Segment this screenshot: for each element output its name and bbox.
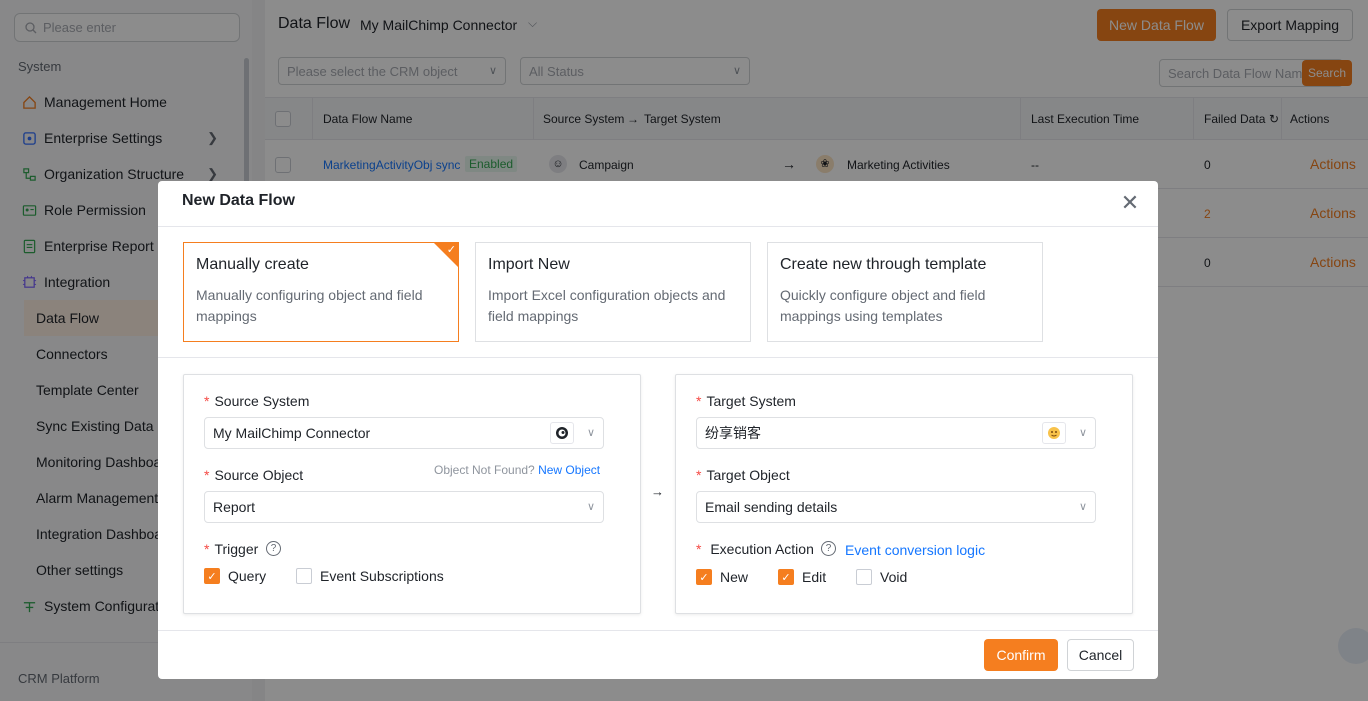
option-title: Manually create — [196, 256, 309, 273]
option-import-new[interactable]: Import New Import Excel configuration ob… — [475, 242, 751, 342]
arrow-right-icon: → — [651, 484, 664, 499]
action-new-checkbox[interactable]: ✓ — [696, 569, 712, 585]
help-icon[interactable]: ? — [266, 541, 281, 556]
action-new-label: New — [720, 569, 749, 585]
option-title: Create new through template — [780, 256, 987, 273]
action-void-label: Void — [880, 569, 908, 585]
confirm-button[interactable]: Confirm — [984, 639, 1058, 671]
new-data-flow-modal: New Data Flow ✕ Manually create Manually… — [158, 181, 1158, 679]
target-system-value: 纷享销客 — [705, 425, 761, 441]
query-label: Query — [228, 568, 267, 584]
target-system-select[interactable]: 纷享销客 ∨ — [696, 417, 1096, 449]
option-desc: Quickly configure object and field mappi… — [780, 287, 986, 324]
action-edit-label: Edit — [802, 569, 827, 585]
target-system-label: * Target System — [696, 393, 796, 409]
option-create-from-template[interactable]: Create new through template Quickly conf… — [767, 242, 1043, 342]
option-desc: Manually configuring object and field ma… — [196, 287, 423, 324]
option-manually-create[interactable]: Manually create Manually configuring obj… — [183, 242, 459, 342]
target-panel: * Target System 纷享销客 ∨ * Target Object Ema… — [675, 374, 1133, 614]
fxiaoke-logo-icon — [1042, 422, 1066, 444]
source-object-label: * Source Object — [204, 467, 304, 483]
chevron-down-icon: ∨ — [586, 427, 595, 439]
target-object-select[interactable]: Email sending details ∨ — [696, 491, 1096, 523]
chevron-down-icon: ∨ — [1078, 427, 1087, 439]
target-object-label: * Target Object — [696, 467, 790, 483]
option-desc: Import Excel configuration objects and f… — [488, 287, 726, 324]
modal-title: New Data Flow — [182, 192, 295, 209]
event-subscriptions-checkbox[interactable] — [296, 568, 312, 584]
object-not-found-hint: Object Not Found? New Object — [434, 463, 601, 477]
source-object-select[interactable]: Report ∨ — [204, 491, 604, 523]
action-void-checkbox[interactable] — [856, 569, 872, 585]
event-conversion-logic-link[interactable]: Event conversion logic — [845, 542, 985, 558]
execution-action-label: * Execution Action — [696, 541, 814, 557]
source-system-label: * Source System — [204, 393, 310, 409]
close-icon[interactable]: ✕ — [1120, 192, 1140, 214]
option-title: Import New — [488, 256, 570, 273]
mailchimp-logo-icon — [550, 422, 574, 444]
chevron-down-icon: ∨ — [586, 501, 595, 513]
source-object-value: Report — [213, 499, 256, 515]
target-object-value: Email sending details — [705, 499, 838, 515]
chevron-down-icon: ∨ — [1078, 501, 1087, 513]
new-object-link[interactable]: New Object — [538, 463, 600, 477]
source-panel: * Source System My MailChimp Connector ∨ … — [183, 374, 641, 614]
help-icon[interactable]: ? — [821, 541, 836, 556]
trigger-label: * Trigger — [204, 541, 259, 557]
source-system-value: My MailChimp Connector — [213, 425, 371, 441]
source-system-select[interactable]: My MailChimp Connector ∨ — [204, 417, 604, 449]
event-subscriptions-label: Event Subscriptions — [320, 568, 444, 584]
action-edit-checkbox[interactable]: ✓ — [778, 569, 794, 585]
cancel-button[interactable]: Cancel — [1067, 639, 1134, 671]
query-checkbox[interactable]: ✓ — [204, 568, 220, 584]
check-icon: ✓ — [446, 244, 456, 256]
